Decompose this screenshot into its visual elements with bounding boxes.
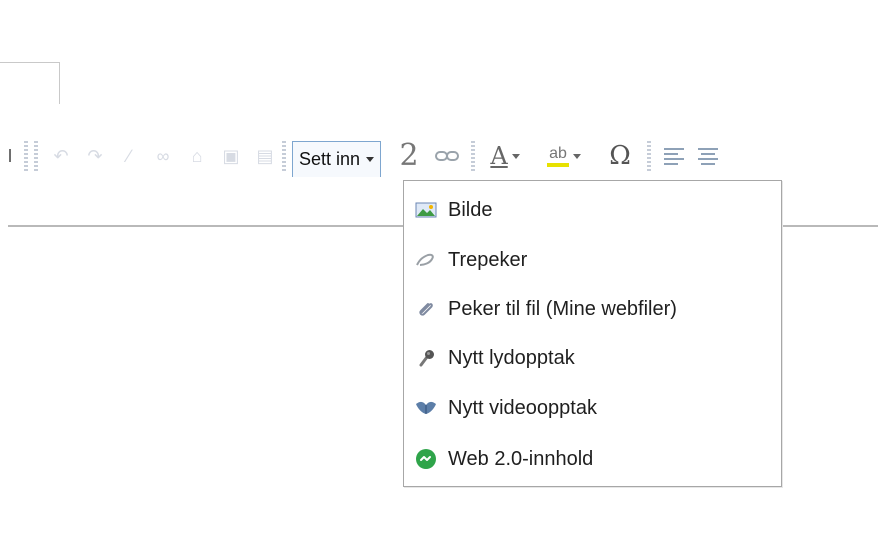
editor-page: I ↶ ↷ ∕ ∞ ⌂ ▣ ▤ Sett inn 2 A ab Ω Bilde … [0, 0, 878, 552]
align-center-icon[interactable] [691, 141, 725, 171]
toolbar-separator [647, 141, 652, 171]
menu-item-label: Bilde [448, 198, 493, 221]
toolbar-separator [471, 141, 476, 171]
menu-item-label: Trepeker [448, 248, 528, 271]
toolbar-separator [34, 141, 38, 171]
insert-dropdown-menu: Bilde Trepeker Peker til fil (Mine webfi… [403, 180, 782, 487]
spell-icon: ∞ [156, 146, 170, 166]
highlight-color-bar [547, 162, 570, 167]
redo-icon: ↷ [87, 146, 103, 166]
chevron-down-icon [511, 153, 520, 159]
trail-icon [414, 248, 438, 272]
menu-item-videoopptak[interactable]: Nytt videoopptak [414, 393, 597, 423]
menu-item-web20[interactable]: Web 2.0-innhold [414, 444, 593, 474]
highlight-icon: ab [547, 144, 570, 167]
align-left-icon[interactable] [657, 141, 691, 171]
menu-item-bilde[interactable]: Bilde [414, 195, 492, 225]
menu-item-trepeker[interactable]: Trepeker [414, 245, 527, 275]
italic-button[interactable]: I [2, 141, 18, 171]
microphone-icon [414, 346, 438, 370]
menu-item-label: Web 2.0-innhold [448, 447, 594, 470]
image-icon [414, 198, 438, 222]
highlight-button[interactable]: ab [535, 141, 593, 171]
undo-icon: ↶ [53, 146, 69, 166]
chevron-down-icon [366, 157, 375, 162]
toolbar-separator [282, 141, 286, 171]
copy-icon: ▣ [222, 146, 240, 166]
editor-toolbar: I ↶ ↷ ∕ ∞ ⌂ ▣ ▤ Sett inn 2 A ab Ω [0, 132, 878, 180]
cut-icon: ⌂ [191, 146, 203, 166]
link-icon[interactable] [429, 141, 465, 171]
toolbar-separator [24, 141, 28, 171]
menu-item-label: Nytt videoopptak [448, 396, 597, 419]
text-color-button[interactable]: A [481, 141, 529, 171]
web-icon [414, 447, 438, 471]
highlight-symbol: ab [549, 144, 567, 162]
menu-item-lydopptak[interactable]: Nytt lydopptak [414, 343, 575, 373]
format-icon: ∕ [127, 146, 131, 166]
paste-icon: ▤ [256, 146, 274, 166]
menu-item-peker-fil[interactable]: Peker til fil (Mine webfiler) [414, 294, 677, 324]
paperclip-icon [414, 297, 438, 321]
chevron-down-icon [573, 153, 582, 159]
insert-menu-label: Sett inn [299, 149, 361, 169]
video-icon [414, 396, 438, 420]
menu-item-label: Nytt lydopptak [448, 346, 575, 369]
menu-item-label: Peker til fil (Mine webfiler) [448, 297, 677, 320]
editor-frame-corner [0, 62, 60, 104]
insert-menu-button[interactable]: Sett inn [292, 141, 382, 177]
superscript-button[interactable]: 2 [389, 141, 429, 171]
special-character-button[interactable]: Ω [599, 141, 641, 171]
text-color-symbol: A [490, 142, 508, 170]
